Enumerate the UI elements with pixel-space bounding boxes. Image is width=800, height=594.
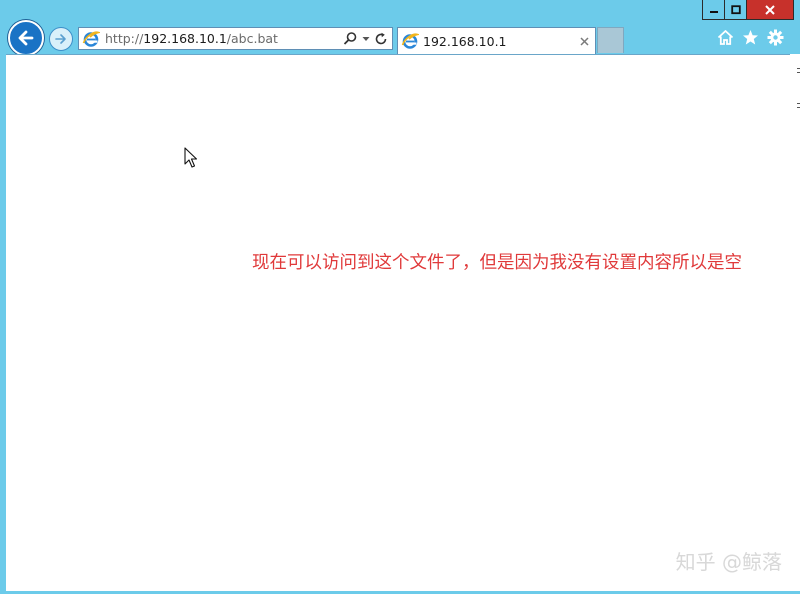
home-icon xyxy=(717,30,734,45)
browser-window: http://192.168.10.1/abc.bat 192.168.10.1… xyxy=(0,0,800,594)
gear-icon xyxy=(767,29,784,46)
favorites-button[interactable] xyxy=(742,29,759,46)
ie-logo-icon xyxy=(82,30,100,47)
ie-logo-icon xyxy=(401,33,419,49)
page-content: 现在可以访问到这个文件了，但是因为我没有设置内容所以是空 知乎 @鲸落 xyxy=(6,54,790,591)
forward-arrow-icon xyxy=(55,34,66,44)
forward-button[interactable] xyxy=(49,27,73,51)
back-arrow-icon xyxy=(18,30,34,46)
right-edge xyxy=(790,54,800,591)
chevron-down-icon xyxy=(362,36,370,41)
new-tab-button[interactable] xyxy=(597,27,624,53)
refresh-icon xyxy=(375,32,387,44)
tab-active[interactable]: 192.168.10.1 xyxy=(397,27,596,54)
address-dropdown-button[interactable] xyxy=(362,35,370,43)
home-button[interactable] xyxy=(717,29,734,46)
browser-tools xyxy=(717,29,784,46)
close-icon xyxy=(580,36,589,46)
url-path: /abc.bat xyxy=(226,31,278,46)
minimize-icon xyxy=(709,10,718,13)
close-icon xyxy=(765,4,775,15)
maximize-icon xyxy=(730,4,741,14)
maximize-button[interactable] xyxy=(724,0,746,20)
search-icon xyxy=(343,32,357,45)
annotation-text: 现在可以访问到这个文件了，但是因为我没有设置内容所以是空 xyxy=(252,253,742,273)
watermark-text: 知乎 @鲸落 xyxy=(675,550,782,574)
star-icon xyxy=(743,30,758,45)
minimize-button[interactable] xyxy=(702,0,724,20)
address-bar-tools xyxy=(343,31,388,46)
url-text[interactable]: http://192.168.10.1/abc.bat xyxy=(105,31,278,46)
tab-close-button[interactable] xyxy=(580,36,589,46)
search-button[interactable] xyxy=(343,31,358,46)
back-button[interactable] xyxy=(8,20,44,56)
mouse-cursor-icon xyxy=(184,147,198,168)
settings-button[interactable] xyxy=(767,29,784,46)
address-bar[interactable]: http://192.168.10.1/abc.bat xyxy=(78,27,393,50)
refresh-button[interactable] xyxy=(374,32,388,46)
window-caption-buttons xyxy=(702,0,794,21)
url-prefix: http:// xyxy=(105,31,144,46)
url-host: 192.168.10.1 xyxy=(143,31,227,46)
tab-title: 192.168.10.1 xyxy=(423,33,507,49)
close-button[interactable] xyxy=(746,0,794,20)
